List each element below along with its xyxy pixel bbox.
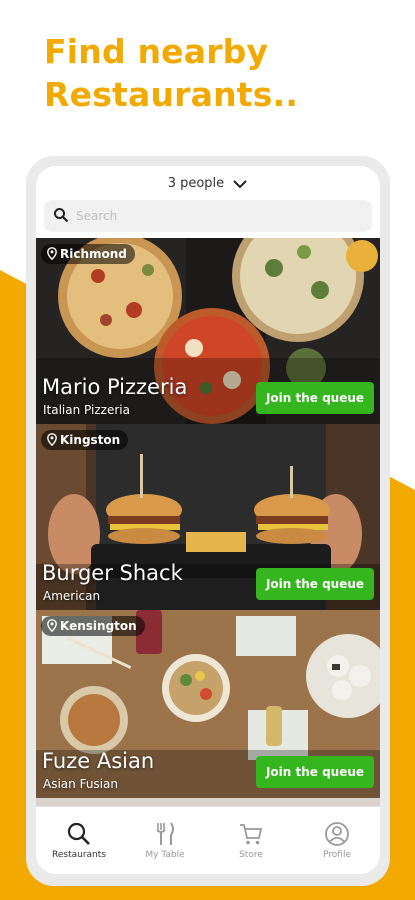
search-icon (54, 208, 69, 223)
profile-icon (325, 822, 349, 846)
restaurant-card-mario-pizzeria[interactable]: Richmond Mario Pizzeria Italian Pizzeria… (36, 238, 380, 424)
location-pin-icon (47, 619, 57, 632)
tab-store[interactable]: Store (208, 821, 294, 860)
location-label: Kensington (60, 619, 137, 633)
restaurant-name: Fuze Asian (42, 749, 155, 773)
restaurant-card-burger-shack[interactable]: Kingston Burger Shack American Join the … (36, 424, 380, 610)
location-pin-icon (47, 433, 57, 446)
restaurant-name: Burger Shack (42, 561, 183, 585)
search-input[interactable] (76, 206, 356, 226)
location-label: Richmond (60, 247, 127, 261)
bottom-tab-bar: Restaurants My Table Store Profile (36, 806, 380, 874)
tab-my-table[interactable]: My Table (122, 821, 208, 860)
location-label: Kingston (60, 433, 121, 447)
party-size-label: 3 people (167, 176, 225, 191)
restaurant-cuisine: Italian Pizzeria (43, 403, 130, 417)
tab-profile[interactable]: Profile (294, 821, 380, 860)
restaurant-card-fuze-asian[interactable]: Kensington Fuze Asian Asian Fusian Join … (36, 610, 380, 798)
cart-icon (240, 824, 263, 845)
join-queue-button[interactable]: Join the queue (256, 382, 374, 414)
join-queue-button[interactable]: Join the queue (256, 568, 374, 600)
tab-label: Profile (323, 850, 351, 860)
restaurant-cuisine: Asian Fusian (43, 777, 118, 791)
tab-label: Store (239, 850, 263, 860)
location-badge: Richmond (41, 244, 135, 264)
next-restaurant-card-peek (36, 798, 380, 806)
party-size-selector[interactable]: 3 people (36, 176, 380, 191)
restaurant-cuisine: American (43, 589, 101, 603)
location-badge: Kingston (41, 430, 129, 450)
tab-label: My Table (145, 850, 185, 860)
chevron-down-icon (233, 179, 248, 188)
tab-label: Restaurants (52, 850, 106, 860)
join-queue-button[interactable]: Join the queue (256, 756, 374, 788)
headline-line-1: Find nearby (44, 32, 269, 71)
app-screen: 3 people Search Richmond Mario Pizzeria … (36, 166, 380, 874)
tab-restaurants[interactable]: Restaurants (36, 821, 122, 860)
headline-line-2: Restaurants.. (44, 75, 299, 114)
search-bar[interactable] (44, 200, 372, 232)
promo-headline: Find nearby Restaurants.. (44, 30, 298, 116)
fork-knife-icon (156, 822, 174, 845)
search-icon (67, 822, 90, 845)
location-badge: Kensington (41, 616, 145, 636)
restaurant-name: Mario Pizzeria (42, 375, 188, 399)
location-pin-icon (47, 247, 57, 260)
